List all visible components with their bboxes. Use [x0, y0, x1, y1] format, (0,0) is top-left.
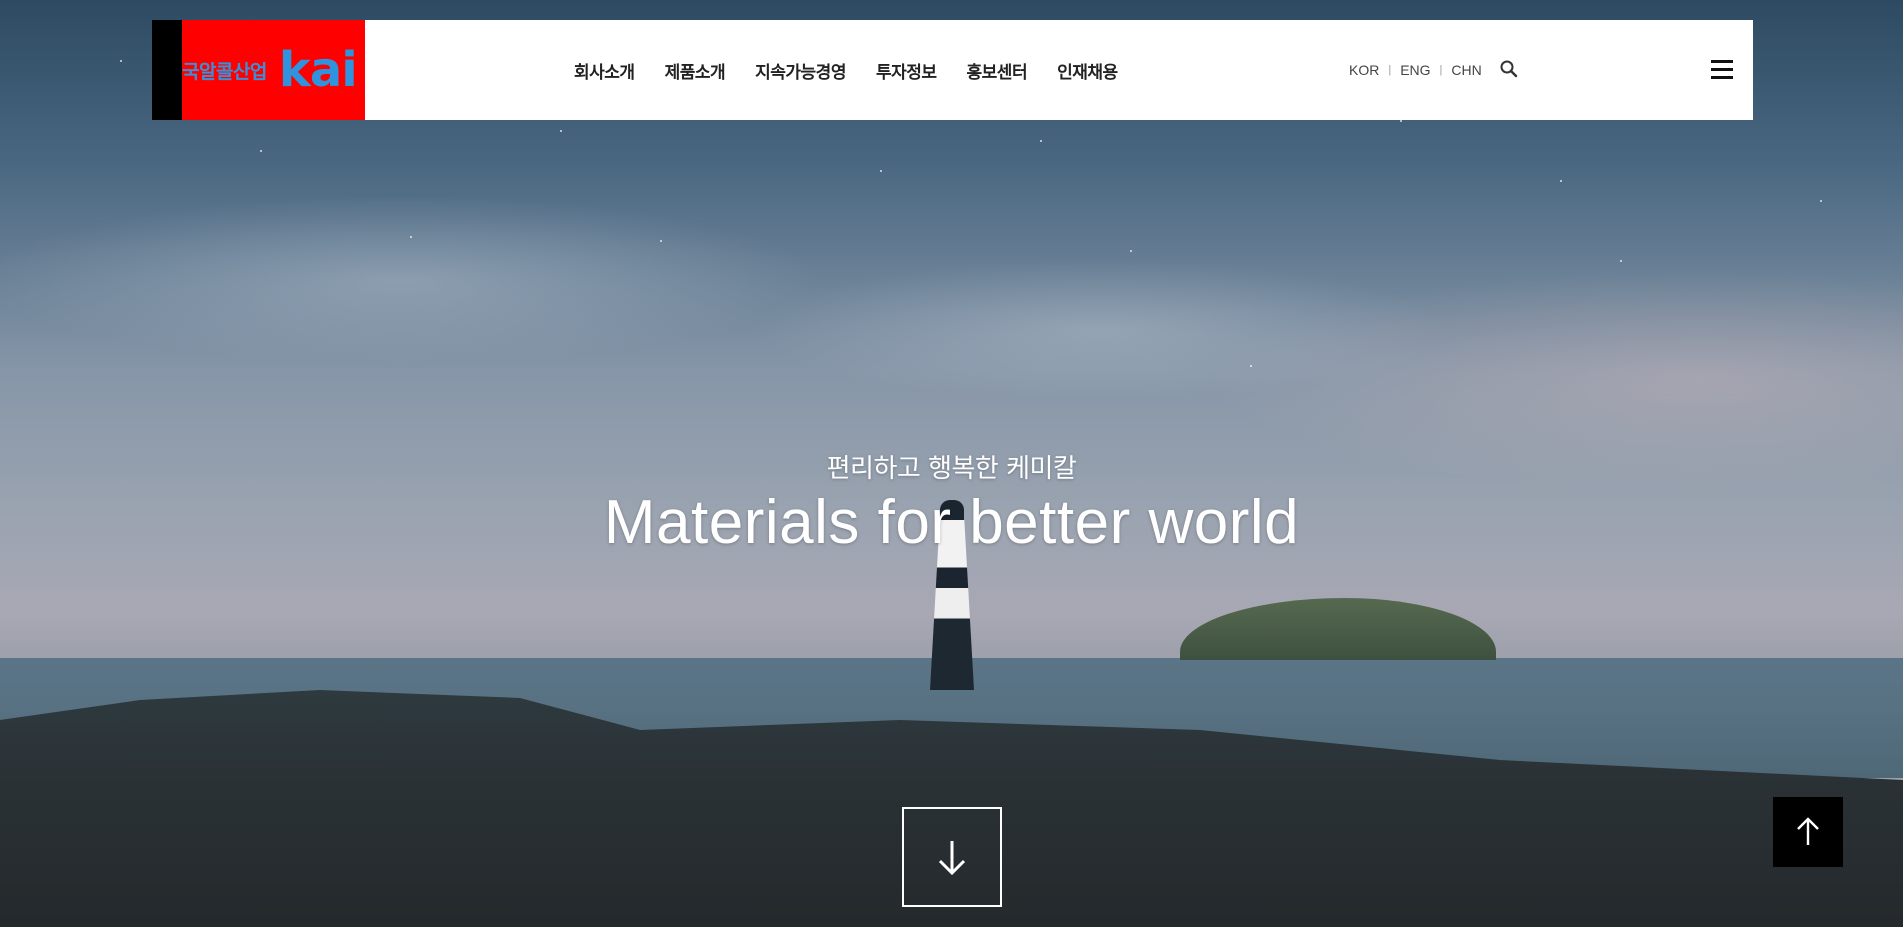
- logo-red-block: 국알콜산업 kai: [182, 20, 365, 120]
- nav-item-pr-center[interactable]: 홍보센터: [967, 58, 1028, 83]
- lang-kor[interactable]: KOR: [1349, 62, 1379, 78]
- language-selector: KOR | ENG | CHN: [1349, 20, 1482, 120]
- site-logo[interactable]: 국알콜산업 kai: [152, 20, 365, 120]
- arrow-down-icon: [938, 841, 966, 876]
- lang-eng[interactable]: ENG: [1400, 62, 1430, 78]
- lang-divider: |: [1388, 64, 1392, 76]
- hero-title: Materials for better world: [603, 488, 1300, 557]
- hero-subtitle: 편리하고 행복한 케미칼: [826, 454, 1077, 484]
- nav-item-sustainability[interactable]: 지속가능경영: [755, 58, 846, 83]
- arrow-up-icon: [1797, 817, 1819, 845]
- search-icon: [1500, 60, 1518, 78]
- hero-headline: 편리하고 행복한 케미칼 Materials for better world: [0, 448, 1903, 558]
- logo-black-bar: [152, 20, 182, 120]
- site-header: 국알콜산업 kai 회사소개 제품소개 지속가능경영 투자정보 홍보센터 인재채…: [152, 20, 1753, 120]
- nav-item-investors[interactable]: 투자정보: [876, 58, 937, 83]
- nav-item-products[interactable]: 제품소개: [665, 58, 726, 83]
- hamburger-menu-icon: [1711, 60, 1733, 79]
- scroll-down-button[interactable]: [902, 807, 1002, 907]
- main-nav: 회사소개 제품소개 지속가능경영 투자정보 홍보센터 인재채용: [574, 20, 1118, 120]
- search-button[interactable]: [1498, 58, 1520, 80]
- logo-brand-text: kai: [278, 42, 358, 98]
- menu-button[interactable]: [1707, 56, 1737, 84]
- logo-korean-text: 국알콜산업: [182, 60, 267, 83]
- nav-item-careers[interactable]: 인재채용: [1057, 58, 1118, 83]
- lang-chn[interactable]: CHN: [1451, 62, 1481, 78]
- nav-item-company[interactable]: 회사소개: [574, 58, 635, 83]
- lang-divider: |: [1439, 64, 1443, 76]
- back-to-top-button[interactable]: [1773, 797, 1843, 867]
